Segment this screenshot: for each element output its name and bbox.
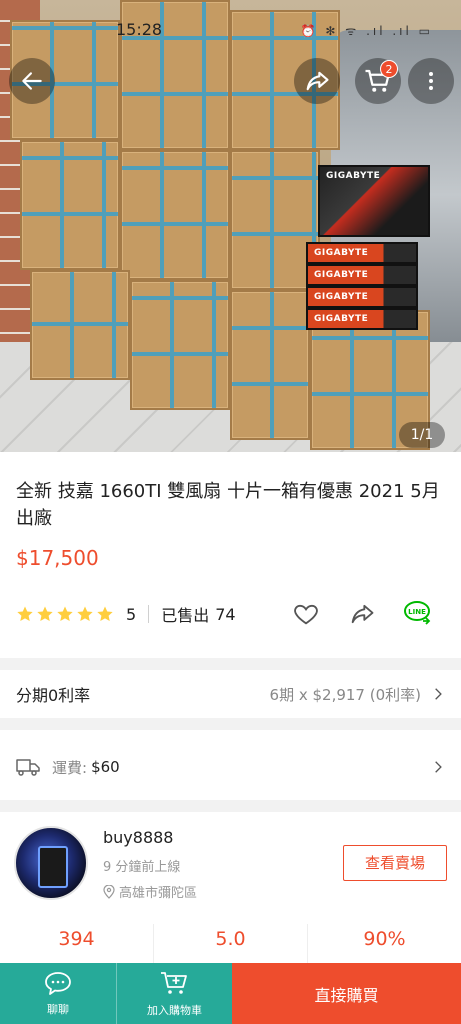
gpu-box: GIGABYTE: [306, 242, 418, 264]
seller-name[interactable]: buy8888: [103, 828, 173, 847]
buy-now-button[interactable]: 直接購買: [232, 963, 461, 1024]
more-vertical-icon: [429, 72, 433, 90]
like-button[interactable]: [290, 598, 322, 630]
seller-location: 高雄市彌陀區: [103, 882, 197, 901]
more-button[interactable]: [408, 58, 454, 104]
box: [230, 290, 310, 440]
chat-icon: [45, 971, 71, 995]
installment-value: 6期 x $2,917 (0利率): [269, 685, 421, 704]
star-icon: [57, 606, 73, 622]
heart-icon: [294, 604, 318, 625]
seller-online-status: 9 分鐘前上線: [103, 860, 181, 875]
divider: [148, 605, 150, 623]
star-icon: [37, 606, 53, 622]
cart-badge: 2: [380, 60, 398, 78]
seller-stat-response[interactable]: 90%: [307, 924, 461, 964]
cart-button[interactable]: 2: [355, 58, 401, 104]
seller-section: buy8888 9 分鐘前上線 高雄市彌陀區 查看賣場 394 5.0 90%: [0, 812, 461, 964]
star-icon: [97, 606, 113, 622]
line-icon: LINE: [404, 601, 431, 625]
rating-stars[interactable]: [16, 605, 114, 623]
chevron-right-icon: [435, 688, 442, 700]
section-gap: [0, 718, 461, 730]
back-arrow-icon: [22, 72, 42, 90]
add-to-cart-label: 加入購物車: [147, 1003, 202, 1017]
share-icon: [351, 604, 374, 624]
shipping-label: 運費:: [52, 758, 88, 777]
box: [20, 140, 120, 270]
gpu-box: GIGABYTE: [306, 264, 418, 286]
svg-text:LINE: LINE: [408, 608, 426, 616]
chat-button[interactable]: 聊聊: [0, 963, 116, 1024]
rating-value: 5: [126, 604, 137, 624]
bottom-action-bar: 聊聊 加入購物車 直接購買: [0, 963, 461, 1024]
seller-avatar[interactable]: [14, 826, 88, 900]
gpu-box: GIGABYTE: [306, 308, 418, 330]
back-button[interactable]: [9, 58, 55, 104]
chat-label: 聊聊: [47, 1002, 69, 1016]
status-bar: 15:28 ⏰ ✻ ᯤ .ıl .ıl ▭: [0, 0, 461, 60]
share-button[interactable]: [294, 58, 340, 104]
section-gap: [0, 658, 461, 670]
installment-label: 分期0利率: [16, 686, 91, 705]
sold-count: 74: [215, 604, 236, 624]
gpu-box: GIGABYTE: [306, 286, 418, 308]
seller-stat-rating[interactable]: 5.0: [153, 924, 307, 964]
truck-icon: [16, 759, 40, 776]
share-product-button[interactable]: [346, 598, 378, 630]
shipping-value: $60: [91, 758, 120, 776]
product-price: $17,500: [16, 546, 99, 570]
seller-stats: 394 5.0 90%: [0, 924, 461, 964]
box: [120, 150, 230, 280]
view-shop-button[interactable]: 查看賣場: [343, 845, 447, 881]
status-time: 15:28: [116, 20, 163, 39]
installment-row[interactable]: 分期0利率 6期 x $2,917 (0利率): [0, 670, 461, 718]
line-share-button[interactable]: LINE: [403, 598, 435, 630]
add-cart-icon: [160, 971, 187, 994]
shipping-row[interactable]: 運費: $60: [0, 740, 461, 794]
status-icons: ⏰ ✻ ᯤ .ıl .ıl ▭: [300, 24, 433, 38]
rating-row: 5 已售出 74 LINE: [16, 598, 446, 630]
chevron-right-icon: [435, 761, 442, 773]
star-icon: [77, 606, 93, 622]
box: [30, 270, 130, 380]
section-gap: [0, 800, 461, 812]
sold-label: 已售出: [161, 606, 210, 625]
box: [130, 280, 230, 410]
image-counter: 1/1: [399, 422, 445, 448]
seller-location-text: 高雄市彌陀區: [119, 886, 198, 901]
share-icon: [306, 71, 329, 91]
product-title: 全新 技嘉 1660TI 雙風扇 十片一箱有優惠 2021 5月出廠: [16, 481, 440, 529]
add-to-cart-button[interactable]: 加入購物車: [116, 963, 232, 1024]
gpu-box: GIGABYTE: [318, 165, 430, 237]
star-icon: [17, 606, 33, 622]
location-pin-icon: [103, 884, 115, 899]
seller-stat-products[interactable]: 394: [0, 924, 153, 964]
